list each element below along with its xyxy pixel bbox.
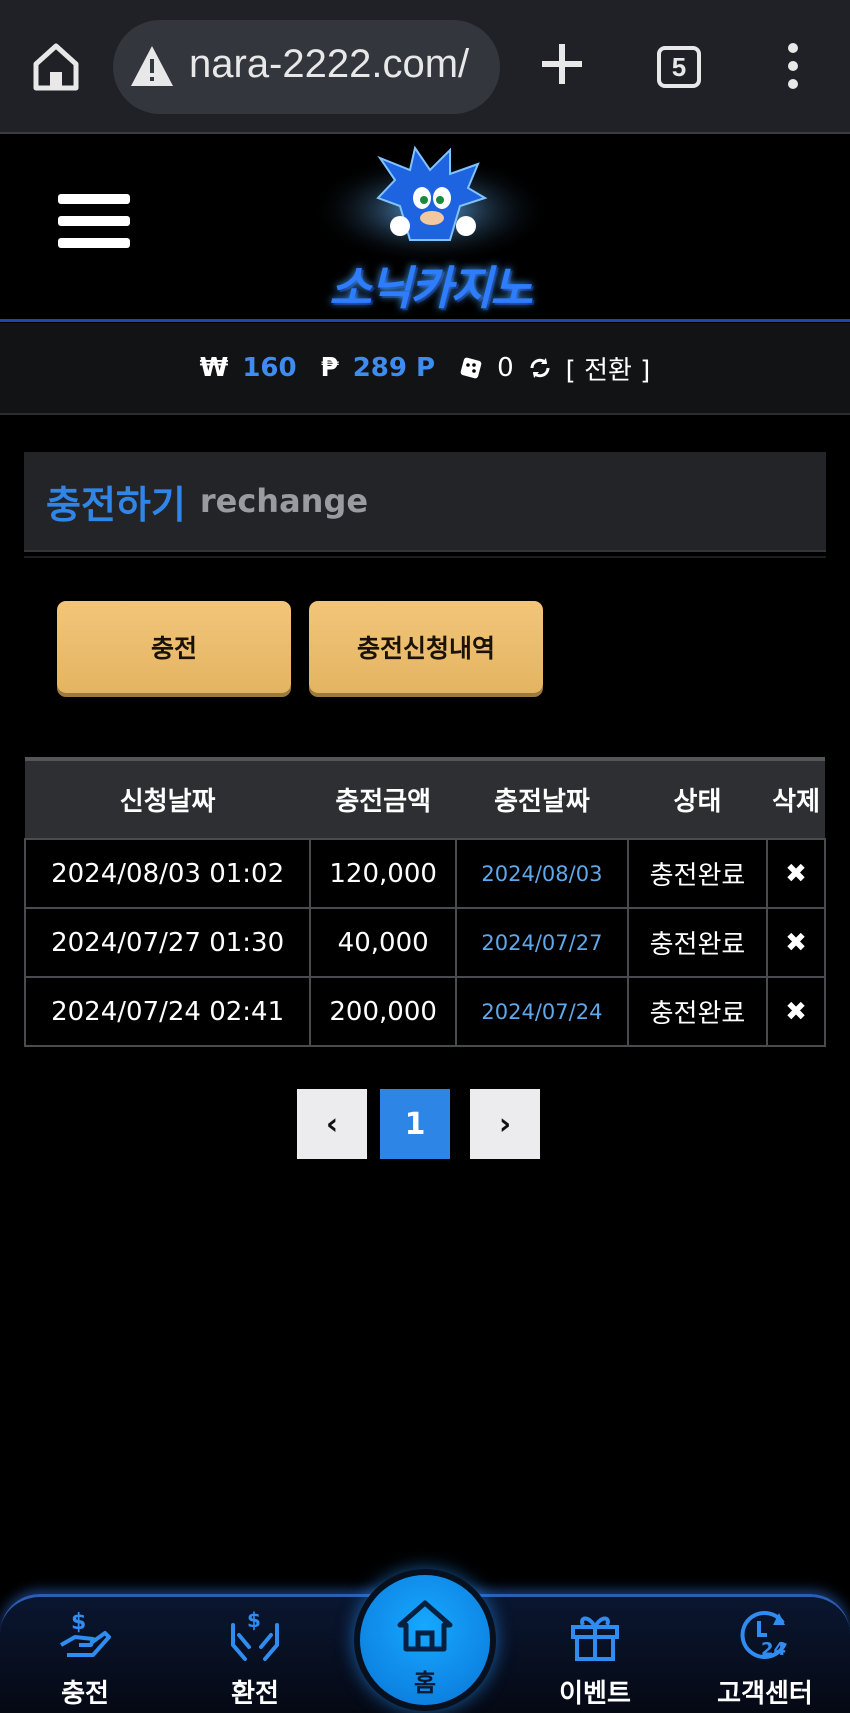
charge-date-cell: 2024/08/03 [455, 838, 629, 909]
delete-icon[interactable]: ✖ [766, 907, 826, 978]
charge-history-button[interactable]: 충전신청내역 [309, 601, 543, 693]
address-bar[interactable]: nara-2222.com/ [113, 20, 500, 114]
page-title: 충전하기 [46, 482, 186, 527]
point-symbol: ₱ [320, 353, 339, 383]
dice-icon [460, 357, 482, 379]
svg-text:24: 24 [761, 1639, 786, 1660]
page-title-box: 충전하기 rechange [24, 452, 826, 552]
request-date-cell: 2024/08/03 01:02 [23, 838, 312, 909]
amount-cell: 200,000 [309, 976, 458, 1047]
table-row: 2024/07/24 02:41 200,000 2024/07/24 충전완료… [23, 976, 826, 1047]
col-header-request-date: 신청날짜 [119, 787, 216, 817]
title-divider [24, 556, 826, 558]
logo-text: 소닉카지노 [329, 261, 533, 315]
convert-link[interactable]: [ 전환 ] [566, 350, 651, 387]
status-cell: 충전완료 [626, 838, 769, 909]
status-cell: 충전완료 [626, 907, 769, 978]
delete-icon[interactable]: ✖ [766, 838, 826, 909]
nav-exchange-label: 환전 [231, 1679, 279, 1709]
hands-money-icon: $ [231, 1608, 279, 1661]
request-date-cell: 2024/07/27 01:30 [23, 907, 312, 978]
url-text[interactable]: nara-2222.com/ [189, 42, 469, 87]
next-page-button[interactable]: › [470, 1089, 540, 1159]
tab-switcher-button[interactable]: 5 [657, 46, 701, 88]
nav-support[interactable]: 24 고객센터 [695, 1597, 835, 1713]
site-header: 소닉카지노 [0, 134, 850, 322]
sonic-mascot-icon [310, 145, 550, 265]
site-logo[interactable]: 소닉카지노 [300, 140, 560, 316]
balance-bar: ₩ 160 ₱ 289 P 0 [ 전환 ] [0, 323, 850, 415]
nav-support-label: 고객센터 [717, 1679, 813, 1709]
nav-home[interactable]: 홈 [360, 1575, 490, 1705]
charge-history-table: 신청날짜 충전금액 충전날짜 상태 삭제 2024/08/03 01:02 12… [23, 757, 826, 1047]
delete-icon[interactable]: ✖ [766, 976, 826, 1047]
request-date-cell: 2024/07/24 02:41 [23, 976, 312, 1047]
page-subtitle: rechange [199, 482, 369, 520]
won-balance: 160 [242, 353, 297, 383]
col-header-status: 상태 [673, 787, 722, 817]
amount-cell: 40,000 [309, 907, 458, 978]
new-tab-icon[interactable] [538, 40, 586, 88]
nav-exchange[interactable]: $ 환전 [185, 1597, 325, 1713]
svg-text:$: $ [71, 1610, 86, 1635]
current-page-button[interactable]: 1 [380, 1089, 450, 1159]
browser-toolbar: nara-2222.com/ 5 [0, 0, 850, 134]
charge-date-cell: 2024/07/27 [455, 907, 629, 978]
support-24-icon: 24 [740, 1610, 787, 1660]
table-header-row: 신청날짜 충전금액 충전날짜 상태 삭제 [25, 759, 825, 839]
table-row: 2024/07/27 01:30 40,000 2024/07/27 충전완료 … [23, 907, 826, 978]
prev-page-button[interactable]: ‹ [297, 1089, 367, 1159]
home-icon [397, 1600, 453, 1652]
table-row: 2024/08/03 01:02 120,000 2024/08/03 충전완료… [23, 838, 826, 909]
won-symbol: ₩ [199, 353, 229, 383]
col-header-charge-date: 충전날짜 [494, 787, 590, 817]
status-cell: 충전완료 [626, 976, 769, 1047]
hamburger-menu-icon[interactable] [58, 194, 130, 258]
charge-date-cell: 2024/07/24 [455, 976, 629, 1047]
nav-event-label: 이벤트 [559, 1679, 631, 1709]
amount-cell: 120,000 [309, 838, 458, 909]
point-balance: 289 P [352, 353, 436, 383]
col-header-amount: 충전금액 [335, 787, 431, 817]
gift-icon [571, 1616, 619, 1661]
more-options-icon[interactable] [780, 42, 806, 90]
dice-count: 0 [497, 353, 514, 383]
refresh-icon[interactable] [528, 356, 552, 380]
col-header-delete: 삭제 [772, 787, 820, 817]
nav-home-label: 홈 [413, 1669, 437, 1697]
home-icon[interactable] [28, 38, 84, 94]
svg-text:$: $ [247, 1608, 261, 1632]
hand-coin-icon: $ [60, 1610, 111, 1657]
charge-button[interactable]: 충전 [57, 601, 291, 693]
nav-charge[interactable]: $ 충전 [15, 1597, 155, 1713]
warning-icon[interactable] [129, 44, 175, 88]
nav-charge-label: 충전 [61, 1679, 109, 1709]
nav-event[interactable]: 이벤트 [525, 1597, 665, 1713]
